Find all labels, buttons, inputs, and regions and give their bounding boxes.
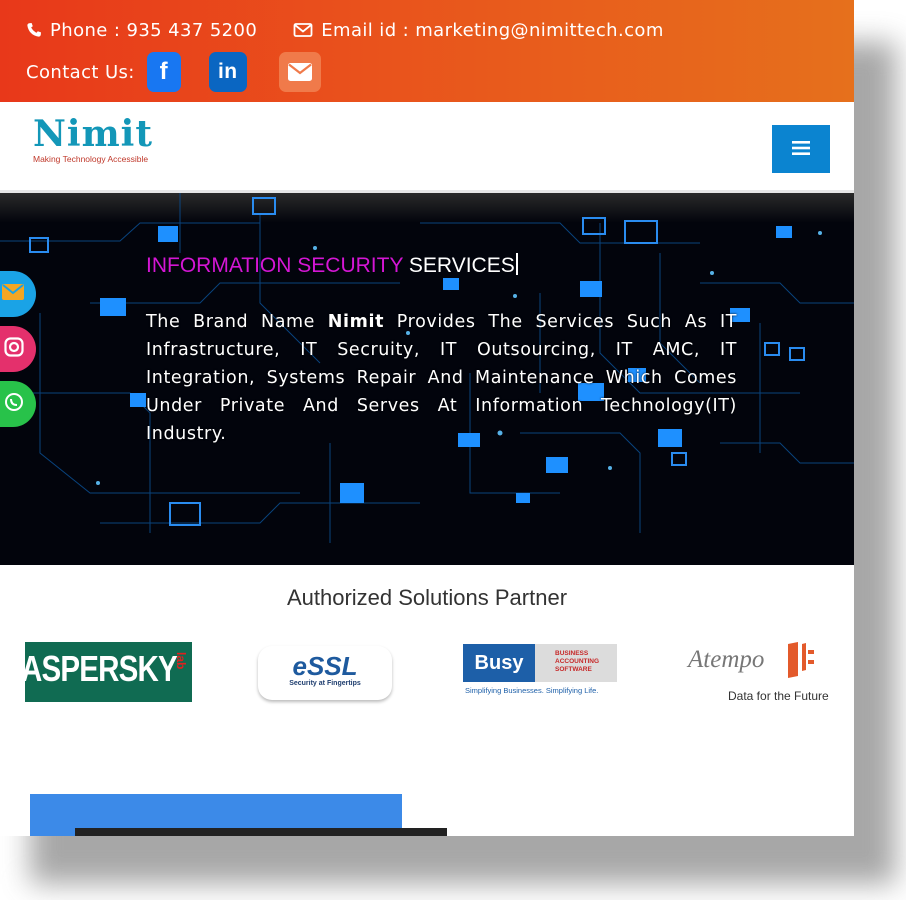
facebook-icon[interactable]: f <box>146 52 181 92</box>
busy-side-text: BUSINESS ACCOUNTING SOFTWARE <box>535 644 617 682</box>
mail-icon <box>2 283 24 305</box>
contact-row: Phone : 935 437 5200 Email id : marketin… <box>26 16 664 44</box>
instagram-icon <box>4 337 24 361</box>
atempo-mark-icon <box>784 640 818 684</box>
hero-text-brand: Nimit <box>327 312 385 332</box>
hero-description: The Brand Name Nimit Provides The Servic… <box>146 308 737 448</box>
social-row: Contact Us: f in <box>26 51 321 93</box>
site-logo[interactable]: Nimit Making Technology Accessible <box>33 116 153 164</box>
email-link[interactable]: Email id : marketing@nimittech.com <box>293 20 664 41</box>
hero-title-highlight: INFORMATION SECURITY <box>146 254 404 277</box>
essl-tagline: Security at Fingertips <box>289 680 361 687</box>
kaspersky-wordmark: ASPERSKY <box>25 648 178 689</box>
mail-icon[interactable] <box>278 52 321 92</box>
hero-text-prefix: The Brand Name <box>146 312 328 332</box>
essl-logo[interactable]: eSSL Security at Fingertips <box>258 646 392 700</box>
typing-cursor <box>515 253 518 275</box>
menu-button[interactable] <box>772 125 830 173</box>
kaspersky-logo[interactable]: ASPERSKY lab <box>25 642 192 702</box>
email-text: Email id : marketing@nimittech.com <box>321 19 664 41</box>
atempo-wordmark: Atempo <box>688 646 765 673</box>
busy-wordmark: Busy <box>463 644 535 682</box>
top-contact-bar: Phone : 935 437 5200 Email id : marketin… <box>0 0 854 102</box>
hero-title-rest: SERVICES <box>403 254 515 277</box>
hero-title: INFORMATION SECURITY SERVICES <box>146 253 518 278</box>
page: Phone : 935 437 5200 Email id : marketin… <box>0 0 854 836</box>
essl-wordmark: eSSL <box>292 651 358 681</box>
feature-image <box>75 828 447 836</box>
phone-text: Phone : 935 437 5200 <box>50 19 258 41</box>
kaspersky-lab-text: lab <box>174 652 188 670</box>
phone-icon <box>26 22 42 38</box>
atempo-logo[interactable]: Atempo Data for the Future <box>688 640 829 706</box>
atempo-tagline: Data for the Future <box>728 689 829 703</box>
busy-logo[interactable]: Busy BUSINESS ACCOUNTING SOFTWARE Simpli… <box>463 644 617 698</box>
site-header: Nimit Making Technology Accessible <box>0 102 854 193</box>
whatsapp-icon <box>4 392 24 416</box>
partners-heading: Authorized Solutions Partner <box>286 585 568 610</box>
envelope-icon <box>293 22 313 38</box>
hero-banner: INFORMATION SECURITY SERVICES The Brand … <box>0 193 854 565</box>
busy-tagline: Simplifying Businesses. Simplifying Life… <box>465 686 599 695</box>
contact-us-label: Contact Us: <box>26 61 135 83</box>
linkedin-icon[interactable]: in <box>208 52 247 92</box>
hamburger-icon <box>792 140 810 159</box>
logo-name: Nimit <box>33 113 153 155</box>
phone-link[interactable]: Phone : 935 437 5200 <box>26 20 257 41</box>
logo-tagline: Making Technology Accessible <box>33 154 149 164</box>
